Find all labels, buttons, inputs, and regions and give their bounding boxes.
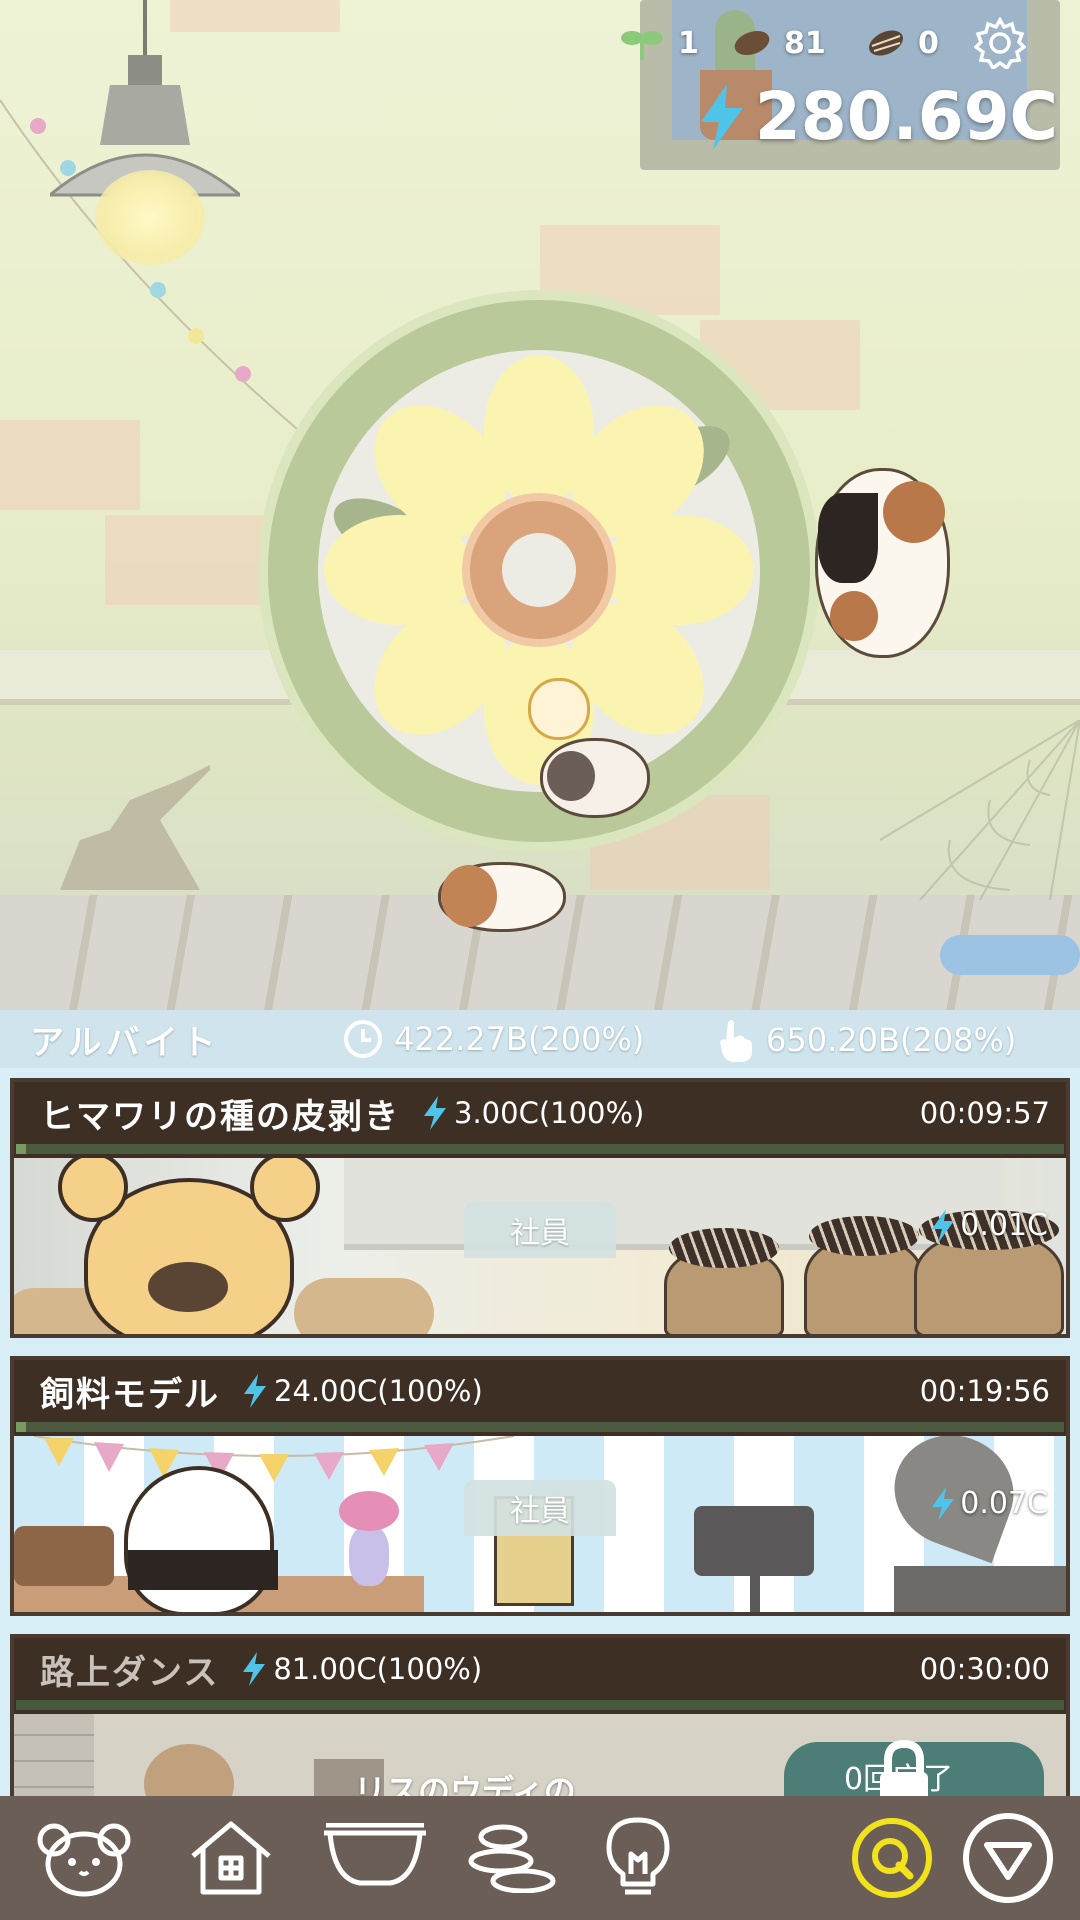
job-timer: 00:30:00 <box>919 1652 1050 1686</box>
stacked-plates-icon <box>468 1824 556 1893</box>
staff-badge[interactable]: 社員 <box>464 1480 616 1536</box>
money-amount: 280.69C <box>754 78 1058 155</box>
lightning-icon <box>244 1374 266 1408</box>
wall-crack <box>60 765 210 890</box>
resource-bar: 1 81 0 <box>620 17 1070 69</box>
bunting-decoration <box>34 1436 514 1482</box>
donut-hole <box>502 533 576 607</box>
job-income-value: 0.01C <box>960 1208 1048 1243</box>
job-rate: 3.00C(100%) <box>422 1096 644 1130</box>
tap-hand-icon <box>720 1020 752 1062</box>
nav-quest[interactable] <box>850 1814 934 1902</box>
time-rate-stat: 422.27B(200%) <box>342 1018 644 1060</box>
job-card-feed-model[interactable]: 飼料モデル 24.00C(100%) 00:19:56 社員 0.07C <box>10 1356 1070 1616</box>
job-rate-value: 3.00C(100%) <box>454 1096 645 1130</box>
lock-icon <box>880 1739 928 1796</box>
job-income: 0.01C <box>930 1208 1048 1243</box>
lightbulb-icon <box>606 1817 670 1895</box>
game-scene[interactable]: 1 81 0 280.69C <box>0 0 1080 1010</box>
job-timer: 00:09:57 <box>919 1096 1050 1130</box>
striped-seed-icon <box>869 30 903 56</box>
lamp-cord <box>143 0 147 55</box>
hamster-worker <box>58 1158 320 1334</box>
lightning-icon <box>424 1096 446 1130</box>
energy-balance: 280.69C <box>697 78 1058 155</box>
lightning-icon <box>700 83 743 150</box>
dark-seed-icon <box>734 30 770 56</box>
job-name: ヒマワリの種の皮剥き <box>40 1096 400 1137</box>
water-puddle <box>940 935 1080 975</box>
locked-job-caption: リスのウディの <box>354 1772 576 1796</box>
part-time-job-header: アルバイト 422.27B(200%) 650.20B(208%) <box>0 1010 1080 1068</box>
clock-icon <box>344 1020 382 1058</box>
sleeping-hamster[interactable] <box>438 862 566 932</box>
yellow-mouse[interactable] <box>528 678 590 740</box>
light-bulb <box>95 170 205 265</box>
job-progress-bar <box>16 1700 1064 1710</box>
nav-research[interactable] <box>590 1814 686 1902</box>
dark-seed-count: 81 <box>784 25 826 61</box>
job-card-sunflower-peeling[interactable]: ヒマワリの種の皮剥き 3.00C(100%) 00:09:57 社員 0.01C <box>10 1078 1070 1338</box>
garland-light <box>188 328 204 344</box>
garland-light <box>235 366 251 382</box>
job-timer: 00:19:56 <box>919 1374 1050 1408</box>
garland-light <box>150 282 166 298</box>
guinea-pig[interactable] <box>815 468 950 658</box>
quest-icon <box>852 1818 932 1898</box>
job-title-bar: ヒマワリの種の皮剥き 3.00C(100%) 00:09:57 <box>14 1082 1066 1144</box>
time-rate-value: 422.27B(200%) <box>394 1020 645 1058</box>
job-rate: 81.00C(100%) <box>241 1652 482 1686</box>
section-title: アルバイト <box>30 1022 220 1063</box>
job-income-value: 0.07C <box>960 1486 1048 1521</box>
tap-rate-value: 650.20B(208%) <box>766 1021 1017 1059</box>
house-icon <box>191 1821 271 1895</box>
nav-jobs[interactable] <box>460 1814 564 1902</box>
tap-rate-stat: 650.20B(208%) <box>716 1018 1016 1062</box>
job-title-bar: 飼料モデル 24.00C(100%) 00:19:56 <box>14 1360 1066 1422</box>
settings-gear-icon[interactable] <box>974 17 1026 69</box>
job-progress-bar <box>16 1144 1064 1154</box>
lightning-icon <box>243 1652 266 1686</box>
model-hamster <box>124 1466 278 1612</box>
striped-seed-count: 0 <box>918 25 939 61</box>
job-name: 路上ダンス <box>40 1652 220 1693</box>
job-rate-value: 24.00C(100%) <box>274 1374 483 1408</box>
nav-food[interactable] <box>320 1814 430 1902</box>
sprout-icon <box>621 31 663 60</box>
job-card-street-dance[interactable]: 路上ダンス 81.00C(100%) 00:30:00 リスのウディの 0回完了 <box>10 1634 1070 1796</box>
lightning-icon <box>932 1208 955 1243</box>
bowl-icon <box>324 1823 426 1886</box>
nav-hamsters[interactable] <box>36 1814 132 1902</box>
staff-badge[interactable]: 社員 <box>464 1202 616 1258</box>
job-progress-fill <box>16 1422 27 1432</box>
job-title-bar: 路上ダンス 81.00C(100%) 00:30:00 <box>14 1638 1066 1700</box>
hamster-face-icon <box>37 1823 131 1897</box>
job-income: 0.07C <box>930 1486 1048 1521</box>
siamese-hamster[interactable] <box>540 738 650 818</box>
nav-home[interactable] <box>183 1814 279 1902</box>
collapse-icon <box>963 1813 1053 1903</box>
job-rate-value: 81.00C(100%) <box>273 1652 483 1686</box>
lightning-icon <box>932 1486 955 1521</box>
sprout-count: 1 <box>678 25 699 61</box>
job-name: 飼料モデル <box>40 1374 220 1415</box>
job-progress-fill <box>16 1144 27 1154</box>
nav-collapse[interactable] <box>961 1813 1055 1903</box>
bottom-navigation <box>0 1796 1080 1920</box>
garland-light <box>30 118 46 134</box>
job-rate: 24.00C(100%) <box>242 1374 483 1408</box>
job-progress-bar <box>16 1422 1064 1432</box>
wall-brick <box>170 0 340 32</box>
job-list[interactable]: ヒマワリの種の皮剥き 3.00C(100%) 00:09:57 社員 0.01C… <box>0 1068 1080 1796</box>
spiderweb-decoration <box>880 720 1080 900</box>
